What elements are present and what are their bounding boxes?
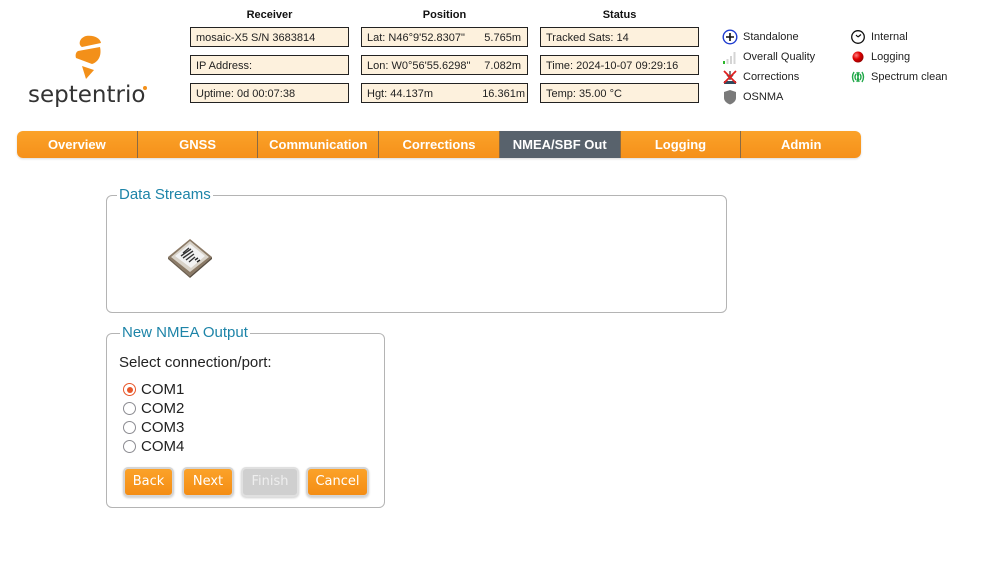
main-nav: Overview GNSS Communication Corrections … [17, 131, 861, 158]
tab-corrections[interactable]: Corrections [379, 131, 500, 158]
red-dot-icon [852, 51, 864, 63]
tab-overview[interactable]: Overview [17, 131, 138, 158]
crosshair-icon [722, 29, 738, 45]
legend-label: Standalone [743, 31, 799, 43]
lat-value: Lat: N46°9'52.8307" [367, 32, 465, 44]
radio-button[interactable] [123, 421, 136, 434]
tab-admin[interactable]: Admin [741, 131, 861, 158]
position-lat: Lat: N46°9'52.8307" 5.765m [361, 27, 528, 47]
status-temp: Temp: 35.00 °C [540, 83, 699, 103]
back-button[interactable]: Back [123, 467, 174, 497]
status-title: Status [602, 9, 637, 21]
logo-mark-icon [75, 35, 101, 79]
receiver-model: mosaic-X5 S/N 3683814 [190, 27, 349, 47]
data-streams-panel: Data Streams [106, 186, 727, 313]
hgt-error: 16.361m [482, 88, 525, 100]
legend-label: Corrections [743, 71, 800, 83]
corrections-off-icon [723, 70, 737, 84]
legend-label: Overall Quality [743, 51, 816, 63]
shield-icon [724, 90, 736, 105]
radio-label: COM3 [141, 419, 185, 436]
radio-label: COM1 [141, 381, 185, 398]
legend-label: Spectrum clean [871, 71, 948, 83]
receiver-ip: IP Address: [190, 55, 349, 75]
legend-label: OSNMA [743, 91, 784, 103]
logo-text: septentrio [28, 82, 146, 108]
signal-bars-icon [723, 52, 736, 64]
logo-dot [143, 86, 147, 90]
radio-button[interactable] [123, 383, 136, 396]
lon-error: 7.082m [484, 60, 521, 72]
hgt-value: Hgt: 44.137m [367, 88, 434, 100]
septentrio-logo: septentrio [26, 34, 151, 114]
radio-label: COM4 [141, 438, 185, 455]
radio-label: COM2 [141, 400, 185, 417]
finish-button[interactable]: Finish [241, 467, 299, 497]
status-tracked-sats: Tracked Sats: 14 [540, 27, 699, 47]
tab-logging[interactable]: Logging [621, 131, 742, 158]
tab-gnss[interactable]: GNSS [138, 131, 259, 158]
next-button[interactable]: Next [182, 467, 234, 497]
new-nmea-output-title: New NMEA Output [120, 324, 250, 342]
select-port-prompt: Select connection/port: [119, 354, 272, 371]
legend-label: Internal [871, 31, 908, 43]
radio-button[interactable] [123, 440, 136, 453]
spectrum-icon [851, 71, 865, 83]
legend-label: Logging [871, 51, 911, 63]
position-lon: Lon: W0°56'55.6298" 7.082m [361, 55, 528, 75]
radio-button[interactable] [123, 402, 136, 415]
receiver-title: Receiver [246, 9, 293, 21]
position-title: Position [422, 9, 467, 21]
status-time: Time: 2024-10-07 09:29:16 [540, 55, 699, 75]
receiver-uptime: Uptime: 0d 00:07:38 [190, 83, 349, 103]
cancel-button[interactable]: Cancel [306, 467, 369, 497]
position-hgt: Hgt: 44.137m 16.361m [361, 83, 528, 103]
lat-error: 5.765m [484, 32, 521, 44]
lon-value: Lon: W0°56'55.6298" [367, 60, 471, 72]
tab-nmea-sbf-out[interactable]: NMEA/SBF Out [499, 131, 621, 158]
data-streams-title: Data Streams [117, 186, 213, 204]
clock-icon [851, 30, 865, 44]
receiver-module-icon[interactable] [167, 238, 213, 278]
new-nmea-output-panel: New NMEA Output Select connection/port: … [106, 324, 385, 508]
tab-communication[interactable]: Communication [258, 131, 380, 158]
